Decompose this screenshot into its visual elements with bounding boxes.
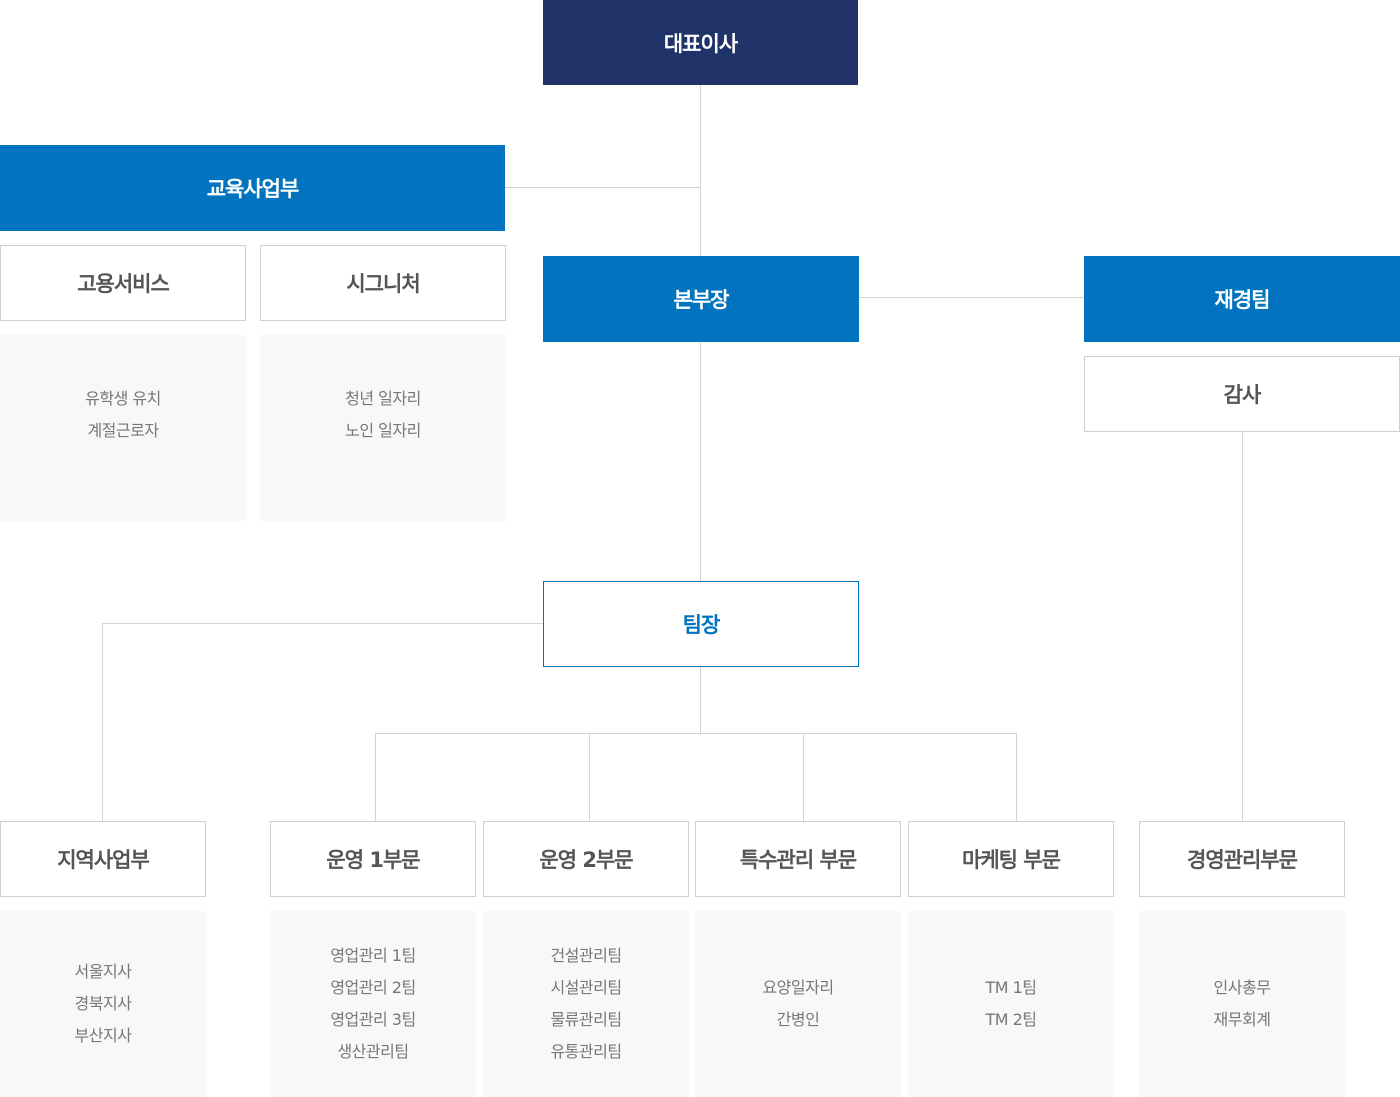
list-item: 요양일자리	[762, 978, 834, 997]
connector-to-education	[505, 187, 700, 188]
audit-box: 감사	[1084, 356, 1400, 432]
list-item: 부산지사	[74, 1026, 132, 1045]
finance-team-box: 재경팀	[1084, 256, 1400, 342]
list-item: TM 2팀	[985, 1010, 1037, 1029]
list-item: 영업관리 3팀	[330, 1010, 416, 1029]
employment-service-box: 고용서비스	[0, 245, 246, 321]
operations-2-box: 운영 2부문	[483, 821, 689, 897]
team-leader-box: 팀장	[543, 581, 859, 667]
connector-team-leader-down	[700, 667, 701, 734]
special-management-box: 특수관리 부문	[695, 821, 901, 897]
head-box: 본부장	[543, 256, 859, 342]
list-item: 영업관리 1팀	[330, 946, 416, 965]
connector-team-leader-left	[102, 623, 543, 624]
marketing-items: TM 1팀 TM 2팀	[908, 911, 1114, 1097]
list-item: 재무회계	[1213, 1010, 1271, 1029]
connector-special	[803, 733, 804, 821]
list-item: 경북지사	[74, 994, 132, 1013]
list-item: 청년 일자리	[345, 389, 421, 408]
list-item: 생산관리팀	[337, 1042, 409, 1061]
list-item: 영업관리 2팀	[330, 978, 416, 997]
marketing-box: 마케팅 부문	[908, 821, 1114, 897]
education-division-box: 교육사업부	[0, 145, 505, 231]
connector-ops1	[375, 733, 376, 821]
connector-ceo-to-head	[700, 85, 701, 256]
list-item: 인사총무	[1213, 978, 1271, 997]
signature-box: 시그니처	[260, 245, 506, 321]
connector-divisions-horizontal	[375, 733, 1017, 734]
list-item: 노인 일자리	[345, 421, 421, 440]
list-item: 서울지사	[74, 962, 132, 981]
list-item: TM 1팀	[985, 978, 1037, 997]
management-box: 경영관리부문	[1139, 821, 1345, 897]
operations-2-items: 건설관리팀 시설관리팀 물류관리팀 유통관리팀	[483, 911, 689, 1097]
connector-head-to-team-leader	[700, 342, 701, 581]
operations-1-box: 운영 1부문	[270, 821, 476, 897]
connector-ops2	[589, 733, 590, 821]
connector-regional-vertical	[102, 623, 103, 821]
regional-division-items: 서울지사 경북지사 부산지사	[0, 911, 206, 1097]
list-item: 건설관리팀	[550, 946, 622, 965]
operations-1-items: 영업관리 1팀 영업관리 2팀 영업관리 3팀 생산관리팀	[270, 911, 476, 1097]
list-item: 유학생 유치	[85, 389, 161, 408]
list-item: 시설관리팀	[550, 978, 622, 997]
ceo-box: 대표이사	[543, 0, 858, 85]
management-items: 인사총무 재무회계	[1139, 911, 1345, 1097]
list-item: 유통관리팀	[550, 1042, 622, 1061]
regional-division-box: 지역사업부	[0, 821, 206, 897]
list-item: 계절근로자	[87, 421, 159, 440]
connector-head-to-finance	[859, 297, 1084, 298]
connector-marketing	[1016, 733, 1017, 821]
connector-audit-to-management	[1242, 432, 1243, 821]
employment-service-items: 유학생 유치 계절근로자	[0, 335, 246, 521]
list-item: 간병인	[776, 1010, 820, 1029]
list-item: 물류관리팀	[550, 1010, 622, 1029]
special-management-items: 요양일자리 간병인	[695, 911, 901, 1097]
signature-items: 청년 일자리 노인 일자리	[260, 335, 506, 521]
